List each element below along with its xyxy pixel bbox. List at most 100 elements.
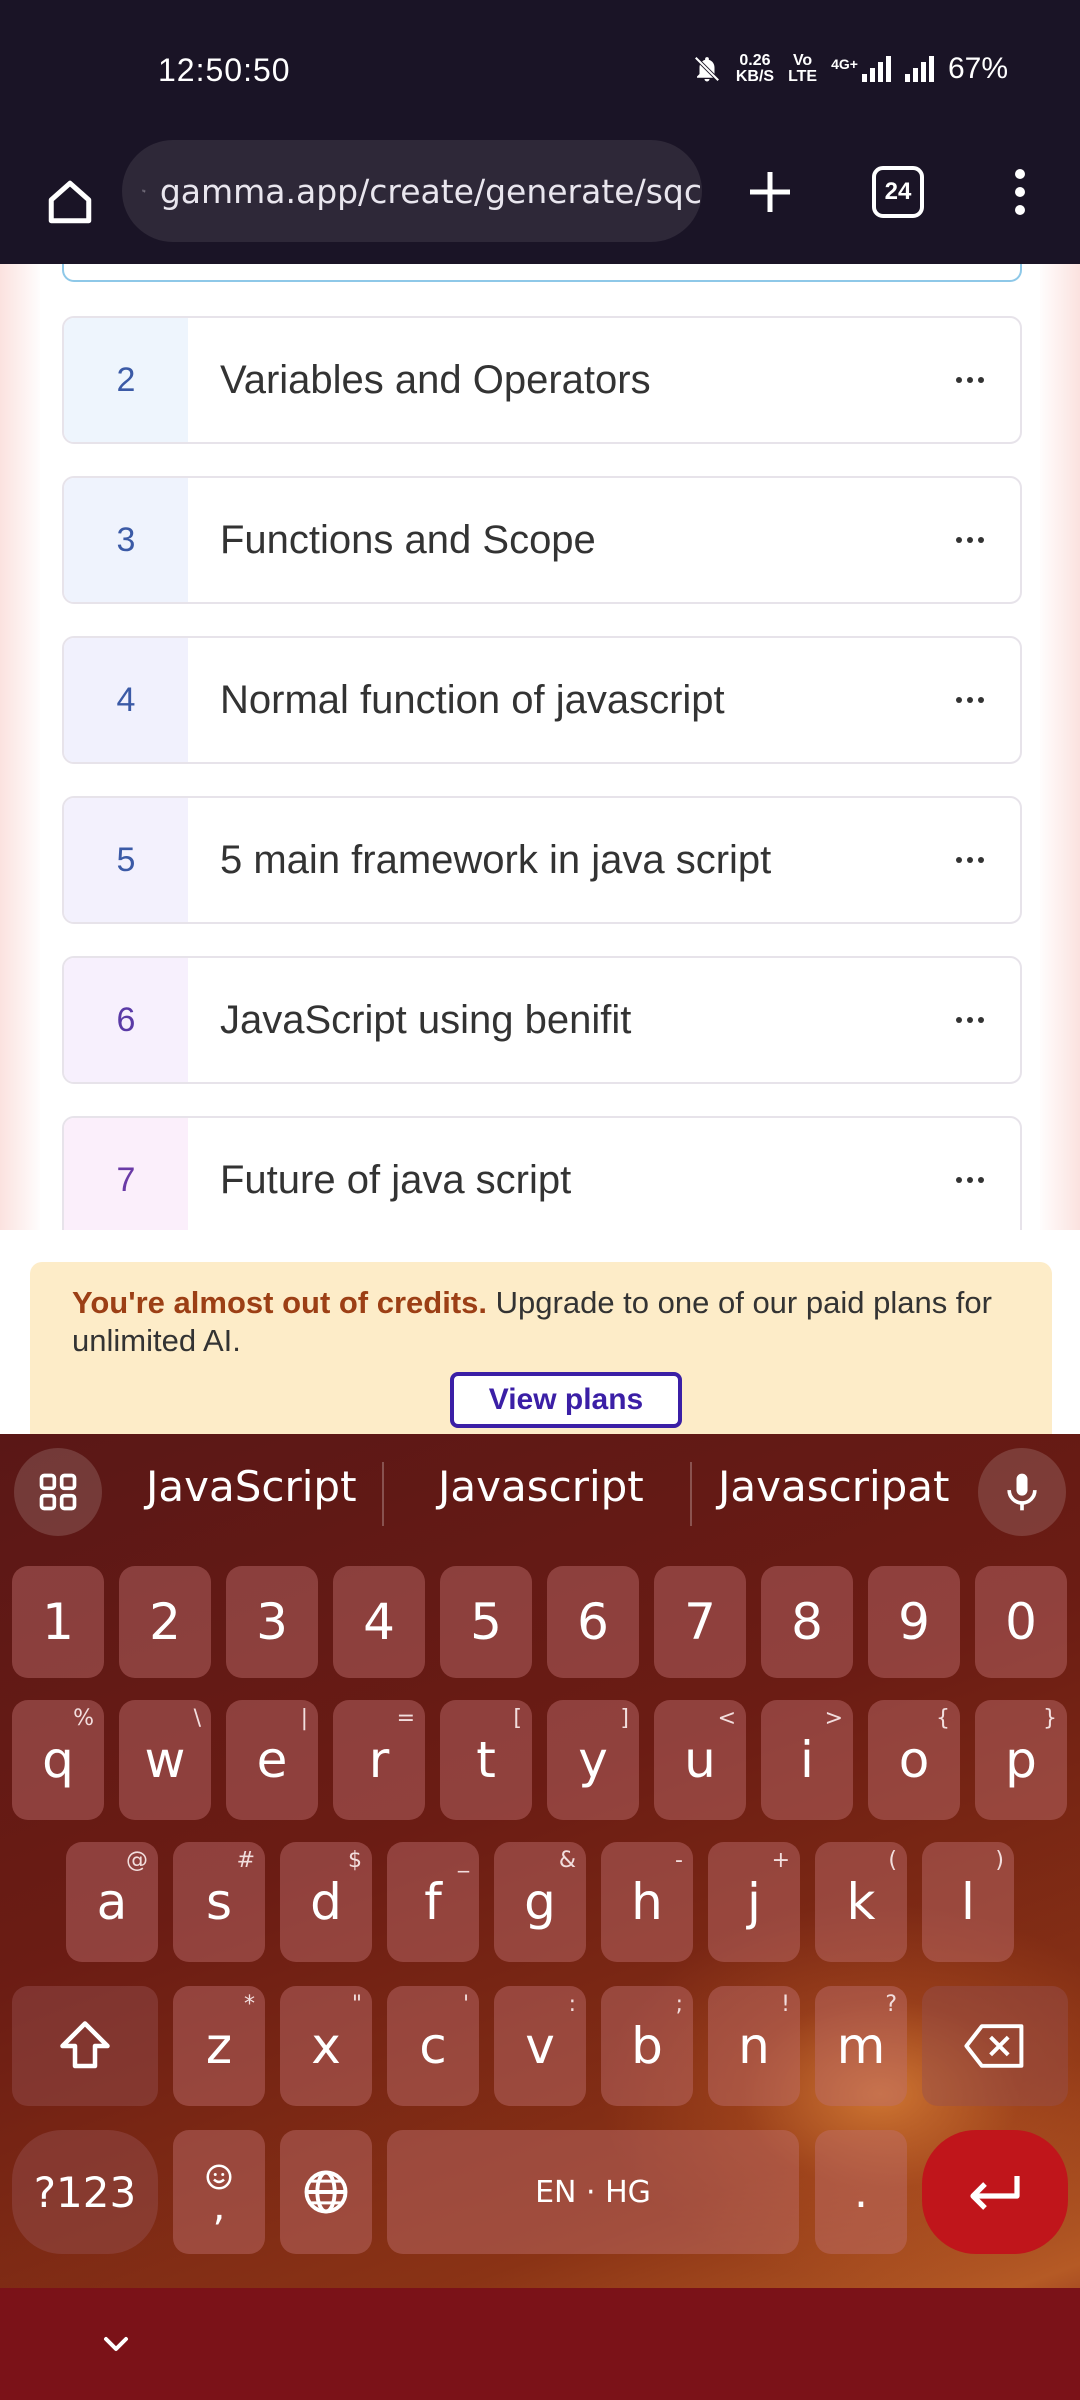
card-number: 6: [64, 958, 188, 1082]
outline-card[interactable]: 6 JavaScript using benifit: [62, 956, 1022, 1084]
key-g[interactable]: g &: [494, 1842, 586, 1962]
battery-level: 67%: [947, 52, 1008, 85]
key-k[interactable]: k(: [815, 1842, 907, 1962]
key-y[interactable]: y]: [547, 1700, 639, 1820]
soft-keyboard: JavaScript Javascript Javascripat 1 2 3 …: [0, 1434, 1080, 2400]
outline-card[interactable]: 4 Normal function of javascript: [62, 636, 1022, 764]
card-number: 7: [64, 1118, 188, 1230]
more-horiz-icon: [956, 1017, 984, 1023]
volte-badge: Vo LTE: [788, 52, 818, 85]
key-0[interactable]: 0: [975, 1566, 1067, 1678]
shift-icon: [60, 2021, 110, 2069]
signal-bars-icon: [861, 56, 891, 82]
address-bar[interactable]: gamma.app/create/generate/sqc: [122, 140, 702, 242]
card-title[interactable]: Functions and Scope: [188, 518, 920, 563]
key-n[interactable]: n!: [708, 1986, 800, 2106]
key-z[interactable]: z *: [173, 1986, 265, 2106]
hide-keyboard-button[interactable]: [96, 2324, 136, 2364]
card-title[interactable]: JavaScript using benifit: [188, 998, 920, 1043]
key-d[interactable]: d $: [280, 1842, 372, 1962]
key-i[interactable]: i >: [761, 1700, 853, 1820]
key-j[interactable]: j +: [708, 1842, 800, 1962]
card-number: 2: [64, 318, 188, 442]
key-2[interactable]: 2: [119, 1566, 211, 1678]
card-title[interactable]: Future of java script: [188, 1158, 920, 1203]
credits-banner-area: You're almost out of credits. Upgrade to…: [0, 1230, 1080, 1434]
key-w[interactable]: w \: [119, 1700, 211, 1820]
card-more-button[interactable]: [920, 318, 1020, 442]
outline-content: 2 Variables and Operators 3 Functions an…: [0, 264, 1080, 1230]
card-more-button[interactable]: [920, 958, 1020, 1082]
key-v[interactable]: v:: [494, 1986, 586, 2106]
voice-input-button[interactable]: [978, 1448, 1066, 1536]
key-l[interactable]: l): [922, 1842, 1014, 1962]
key-6[interactable]: 6: [547, 1566, 639, 1678]
card-number: 4: [64, 638, 188, 762]
card-title[interactable]: Variables and Operators: [188, 358, 920, 403]
key-9[interactable]: 9: [868, 1566, 960, 1678]
more-vert-icon: [1015, 169, 1025, 215]
outline-card[interactable]: 3 Functions and Scope: [62, 476, 1022, 604]
suggestion-3[interactable]: Javascripat: [718, 1462, 950, 1511]
enter-key[interactable]: [922, 2130, 1068, 2254]
tab-switcher-button[interactable]: 24: [868, 162, 928, 222]
key-p[interactable]: p}: [975, 1700, 1067, 1820]
key-o[interactable]: o{: [868, 1700, 960, 1820]
key-4[interactable]: 4: [333, 1566, 425, 1678]
card-more-button[interactable]: [920, 1118, 1020, 1230]
key-3[interactable]: 3: [226, 1566, 318, 1678]
symbols-key[interactable]: ?123: [12, 2130, 158, 2254]
key-b[interactable]: b;: [601, 1986, 693, 2106]
key-e[interactable]: e |: [226, 1700, 318, 1820]
outline-card[interactable]: 7 Future of java script: [62, 1116, 1022, 1230]
card-more-button[interactable]: [920, 638, 1020, 762]
mute-bell-icon: [694, 56, 720, 82]
new-tab-button[interactable]: [730, 152, 810, 232]
browser-menu-button[interactable]: [990, 152, 1050, 232]
suggestion-strip: JavaScript Javascript Javascripat: [0, 1434, 1080, 1552]
microphone-icon: [1007, 1473, 1037, 1511]
shift-key[interactable]: [12, 1986, 158, 2106]
key-u[interactable]: u <: [654, 1700, 746, 1820]
outline-card[interactable]: 5 5 main framework in java script: [62, 796, 1022, 924]
language-key[interactable]: [280, 2130, 372, 2254]
key-t[interactable]: t[: [440, 1700, 532, 1820]
emoji-comma-key[interactable]: ,: [173, 2130, 265, 2254]
period-key[interactable]: .: [815, 2130, 907, 2254]
view-plans-button[interactable]: View plans: [450, 1372, 682, 1428]
more-horiz-icon: [956, 857, 984, 863]
key-m[interactable]: m?: [815, 1986, 907, 2106]
status-icons: 0.26 KB/S Vo LTE 4G+ 67%: [692, 52, 1008, 86]
key-x[interactable]: x ": [280, 1986, 372, 2106]
card-more-button[interactable]: [920, 478, 1020, 602]
key-f[interactable]: f _: [387, 1842, 479, 1962]
enter-icon: [970, 2176, 1020, 2210]
key-q[interactable]: q%: [12, 1700, 104, 1820]
more-horiz-icon: [956, 377, 984, 383]
outline-card-partial[interactable]: [62, 264, 1022, 282]
home-button[interactable]: [30, 162, 110, 242]
key-r[interactable]: r =: [333, 1700, 425, 1820]
space-key[interactable]: EN · HG: [387, 2130, 799, 2254]
card-title[interactable]: 5 main framework in java script: [188, 838, 920, 883]
key-7[interactable]: 7: [654, 1566, 746, 1678]
suggestion-1[interactable]: JavaScript: [146, 1462, 357, 1511]
key-c[interactable]: c ': [387, 1986, 479, 2106]
key-5[interactable]: 5: [440, 1566, 532, 1678]
plus-icon: [750, 172, 790, 212]
key-s[interactable]: s #: [173, 1842, 265, 1962]
card-more-button[interactable]: [920, 798, 1020, 922]
backspace-key[interactable]: [922, 1986, 1068, 2106]
more-horiz-icon: [956, 1177, 984, 1183]
more-horiz-icon: [956, 697, 984, 703]
suggestion-2[interactable]: Javascript: [438, 1462, 644, 1511]
keyboard-menu-button[interactable]: [14, 1448, 102, 1536]
key-8[interactable]: 8: [761, 1566, 853, 1678]
key-1[interactable]: 1: [12, 1566, 104, 1678]
outline-card[interactable]: 2 Variables and Operators: [62, 316, 1022, 444]
key-a[interactable]: a @: [66, 1842, 158, 1962]
more-horiz-icon: [956, 537, 984, 543]
key-h[interactable]: h-: [601, 1842, 693, 1962]
card-title[interactable]: Normal function of javascript: [188, 678, 920, 723]
net-speed: 0.26 KB/S: [735, 52, 775, 85]
